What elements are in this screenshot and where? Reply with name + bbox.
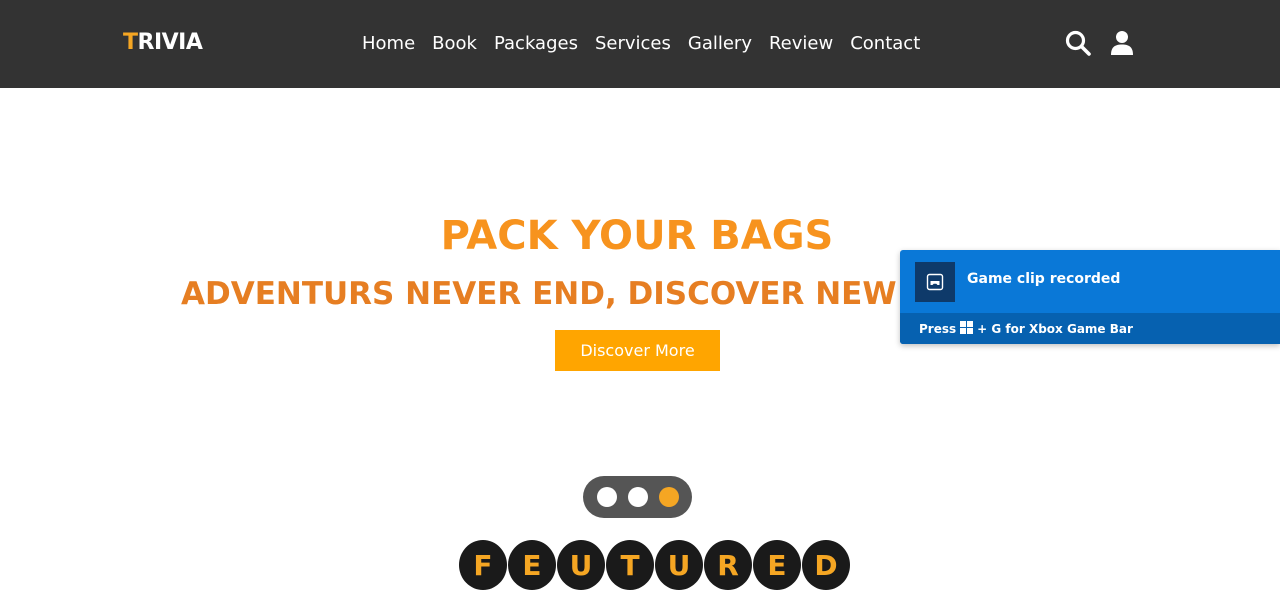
main-nav: Home Book Packages Services Gallery Revi…: [362, 29, 920, 59]
featured-letter: U: [655, 540, 703, 590]
discover-more-button[interactable]: Discover More: [555, 330, 720, 371]
featured-letter: R: [704, 540, 752, 590]
toast-footer-suffix: + G for Xbox Game Bar: [977, 321, 1133, 336]
featured-letter: E: [508, 540, 556, 590]
slider-pagination: [583, 476, 692, 518]
featured-letter: D: [802, 540, 850, 590]
featured-letter: F: [459, 540, 507, 590]
nav-home[interactable]: Home: [362, 29, 415, 59]
logo-accent-letter: T: [123, 30, 138, 55]
game-controller-icon: [915, 262, 955, 302]
featured-letter: E: [753, 540, 801, 590]
nav-services[interactable]: Services: [595, 29, 671, 59]
search-icon[interactable]: [1065, 30, 1091, 56]
nav-packages[interactable]: Packages: [494, 29, 578, 59]
logo-text: RIVIA: [137, 30, 203, 55]
game-bar-toast[interactable]: Game clip recorded Press + G for Xbox Ga…: [900, 250, 1280, 344]
slider-dot[interactable]: [627, 487, 648, 507]
toast-title: Game clip recorded: [967, 271, 1121, 287]
nav-book[interactable]: Book: [432, 29, 477, 59]
nav-gallery[interactable]: Gallery: [688, 29, 752, 59]
slider-dot[interactable]: [596, 487, 617, 507]
featured-letter: T: [606, 540, 654, 590]
user-icon[interactable]: [1110, 30, 1136, 56]
toast-footer-prefix: Press: [919, 321, 957, 336]
nav-contact[interactable]: Contact: [850, 29, 920, 59]
nav-review[interactable]: Review: [769, 29, 833, 59]
windows-key-icon: [960, 320, 974, 337]
hero-subtitle: ADVENTURS NEVER END, DISCOVER NEW PATHS: [181, 276, 901, 312]
site-header: TRIVIA Home Book Packages Services Galle…: [0, 0, 1280, 88]
featured-letter: U: [557, 540, 605, 590]
toast-footer: Press + G for Xbox Game Bar: [900, 313, 1280, 344]
site-logo[interactable]: TRIVIA: [123, 29, 203, 57]
featured-heading: F E U T U R E D: [459, 540, 850, 590]
slider-dot-active[interactable]: [658, 487, 679, 507]
